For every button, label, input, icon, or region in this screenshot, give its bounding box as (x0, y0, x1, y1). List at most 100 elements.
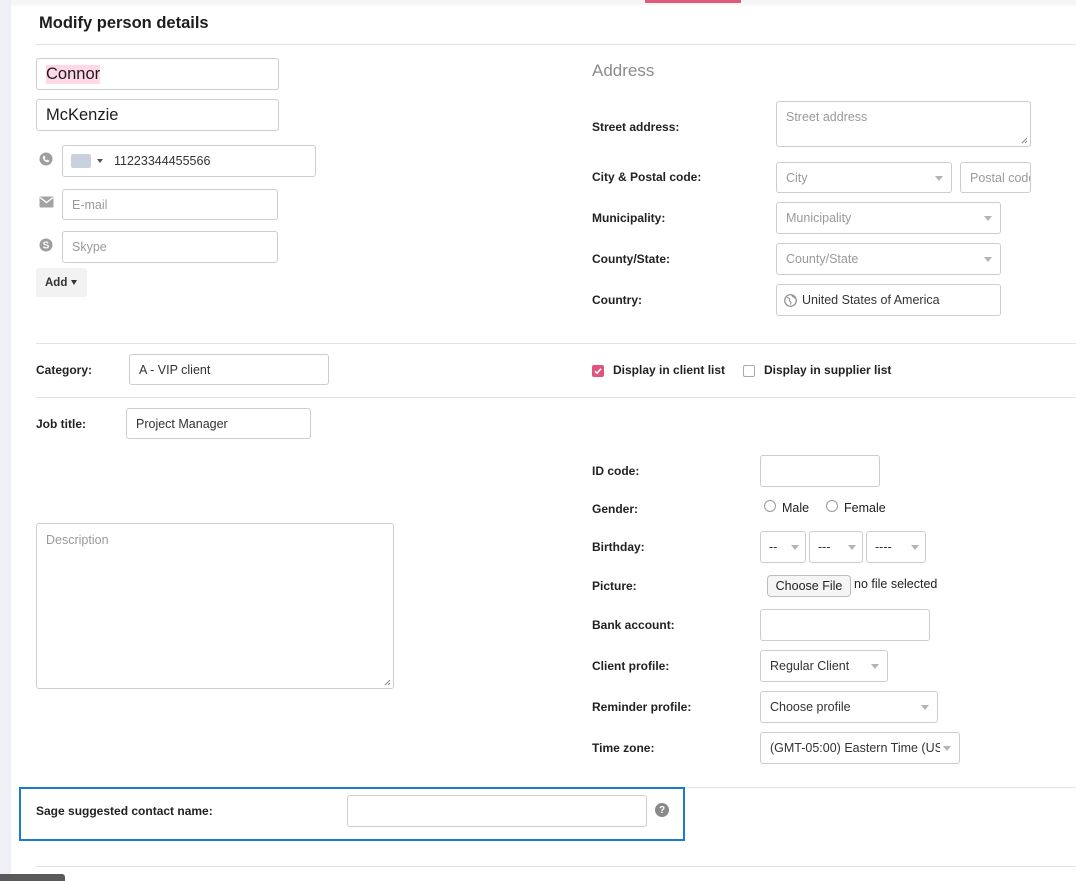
divider (685, 787, 1076, 788)
divider (36, 397, 1076, 398)
divider (36, 343, 1076, 344)
help-icon[interactable]: ? (655, 803, 669, 817)
county-state-placeholder: County/State (786, 252, 859, 266)
municipality-placeholder: Municipality (786, 211, 852, 225)
bank-account-field[interactable] (760, 609, 930, 641)
country-label: Country: (592, 293, 642, 307)
page-title: Modify person details (39, 14, 209, 32)
chevron-down-icon (911, 545, 919, 550)
job-title-field[interactable]: Project Manager (126, 408, 311, 439)
client-profile-value: Regular Client (770, 659, 850, 673)
choose-file-button[interactable]: Choose File (767, 575, 851, 597)
first-name-value: Connor (46, 64, 101, 84)
add-contact-button[interactable]: Add (36, 268, 87, 297)
birthday-label: Birthday: (592, 540, 645, 554)
time-zone-value: (GMT-05:00) Eastern Time (US (770, 741, 940, 755)
bank-account-label: Bank account: (592, 618, 675, 632)
last-name-value: McKenzie (46, 105, 119, 124)
birthday-year-select[interactable]: ---- (866, 531, 926, 563)
email-field[interactable]: E-mail (62, 189, 278, 220)
job-title-value: Project Manager (136, 416, 228, 431)
city-placeholder: City (786, 170, 808, 185)
skype-field[interactable]: Skype (62, 231, 278, 263)
municipality-label: Municipality: (592, 211, 666, 225)
reminder-profile-label: Reminder profile: (592, 700, 692, 714)
id-code-label: ID code: (592, 464, 640, 478)
county-state-label: County/State: (592, 252, 670, 266)
client-list-label: Display in client list (613, 363, 726, 377)
bottom-tab-edge (0, 874, 65, 881)
phone-value: 11223344455566 (114, 154, 211, 168)
active-tab-indicator (645, 0, 741, 3)
picture-label: Picture: (592, 579, 637, 593)
reminder-profile-value: Choose profile (770, 700, 851, 714)
add-button-label: Add (45, 276, 68, 289)
birthday-month-value: --- (818, 540, 831, 554)
client-list-checkbox[interactable] (592, 365, 604, 377)
resize-handle-icon[interactable] (384, 679, 391, 686)
country-value: United States of America (802, 293, 940, 307)
time-zone-select[interactable]: (GMT-05:00) Eastern Time (US (760, 732, 960, 764)
street-address-field[interactable]: Street address (776, 101, 1031, 147)
category-label: Category: (36, 363, 93, 377)
divider (36, 44, 1076, 45)
job-title-label: Job title: (36, 417, 86, 431)
supplier-list-checkbox[interactable] (743, 365, 755, 377)
gender-female-radio[interactable] (826, 500, 838, 512)
street-address-label: Street address: (592, 120, 680, 134)
client-profile-select[interactable]: Regular Client (760, 650, 888, 682)
birthday-day-value: -- (769, 540, 778, 554)
birthday-month-select[interactable]: --- (809, 531, 863, 563)
chevron-down-icon (935, 175, 943, 181)
client-profile-label: Client profile: (592, 659, 670, 673)
reminder-profile-select[interactable]: Choose profile (760, 691, 938, 723)
id-code-field[interactable] (760, 455, 880, 487)
chevron-down-icon (921, 705, 929, 710)
phone-icon (39, 152, 53, 169)
left-sidebar-strip (0, 0, 11, 881)
last-name-field[interactable]: McKenzie (36, 99, 279, 131)
chevron-down-icon (848, 545, 856, 550)
flag-icon (71, 154, 91, 168)
email-placeholder: E-mail (72, 197, 108, 212)
city-select[interactable]: City (776, 162, 952, 193)
county-state-select[interactable]: County/State (776, 243, 1001, 275)
chevron-down-icon (943, 746, 951, 751)
sage-contact-field[interactable] (347, 795, 647, 827)
mail-icon (39, 196, 54, 211)
resize-handle-icon[interactable] (1021, 137, 1028, 144)
municipality-select[interactable]: Municipality (776, 202, 1001, 234)
first-name-field[interactable]: Connor (36, 58, 279, 90)
skype-icon: S (39, 238, 53, 255)
chevron-down-icon (871, 664, 879, 669)
chevron-down-icon (791, 545, 799, 550)
gender-male-radio[interactable] (764, 500, 776, 512)
birthday-day-select[interactable]: -- (760, 531, 806, 563)
globe-icon (784, 293, 797, 307)
sage-contact-label: Sage suggested contact name: (36, 804, 213, 818)
gender-male-label: Male (782, 501, 810, 515)
country-flag-selector[interactable] (71, 154, 103, 168)
category-field[interactable]: A - VIP client (129, 354, 329, 385)
category-value: A - VIP client (139, 362, 211, 377)
description-placeholder: Description (46, 533, 109, 547)
postal-code-placeholder: Postal code (970, 170, 1031, 185)
chevron-down-icon (71, 280, 78, 285)
country-select[interactable]: United States of America (776, 284, 1001, 316)
postal-code-field[interactable]: Postal code (960, 162, 1031, 193)
skype-placeholder: Skype (72, 240, 107, 254)
time-zone-label: Time zone: (592, 741, 655, 755)
city-postal-label: City & Postal code: (592, 170, 702, 184)
gender-label: Gender: (592, 502, 639, 516)
no-file-text: no file selected (854, 577, 938, 591)
checkmark-icon (594, 368, 602, 375)
supplier-list-label: Display in supplier list (764, 363, 892, 377)
top-toolbar-edge (11, 0, 1076, 4)
chevron-down-icon (97, 159, 103, 163)
divider (36, 866, 1076, 867)
chevron-down-icon (984, 257, 992, 262)
address-section-title: Address (592, 61, 655, 80)
street-address-placeholder: Street address (786, 110, 868, 124)
phone-field[interactable]: 11223344455566 (62, 145, 316, 177)
description-field[interactable]: Description (36, 523, 394, 689)
